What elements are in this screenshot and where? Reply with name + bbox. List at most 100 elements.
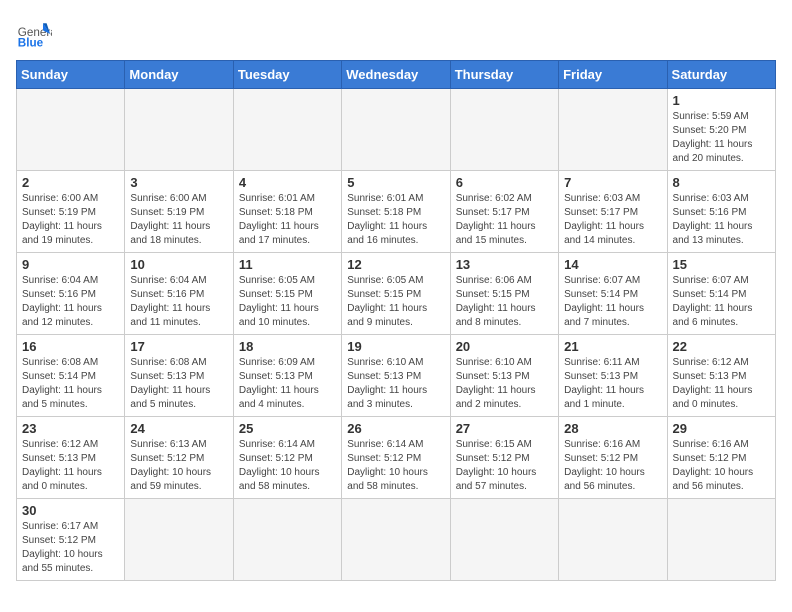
calendar-day-cell: 6 Sunrise: 6:02 AM Sunset: 5:17 PM Daylig… [450, 171, 558, 253]
weekday-header-tuesday: Tuesday [233, 61, 341, 89]
day-number: 3 [130, 175, 227, 190]
calendar-day-cell [233, 89, 341, 171]
calendar-day-cell [559, 499, 667, 581]
weekday-header-saturday: Saturday [667, 61, 775, 89]
calendar-day-cell: 10 Sunrise: 6:04 AM Sunset: 5:16 PM Dayli… [125, 253, 233, 335]
calendar-day-cell [233, 499, 341, 581]
day-sun-info: Sunrise: 6:02 AM Sunset: 5:17 PM Dayligh… [456, 192, 553, 248]
calendar-day-cell: 12 Sunrise: 6:05 AM Sunset: 5:15 PM Dayli… [342, 253, 450, 335]
day-sun-info: Sunrise: 6:16 AM Sunset: 5:12 PM Dayligh… [564, 438, 661, 494]
day-number: 9 [22, 257, 119, 272]
day-number: 8 [673, 175, 770, 190]
calendar-day-cell: 14Sunrise: 6:07 AM Sunset: 5:14 PM Dayli… [559, 253, 667, 335]
day-sun-info: Sunrise: 6:17 AM Sunset: 5:12 PM Dayligh… [22, 520, 119, 576]
calendar-day-cell: 5 Sunrise: 6:01 AM Sunset: 5:18 PM Daylig… [342, 171, 450, 253]
day-number: 17 [130, 339, 227, 354]
day-sun-info: Sunrise: 6:08 AM Sunset: 5:14 PM Dayligh… [22, 356, 119, 412]
weekday-header-row: SundayMondayTuesdayWednesdayThursdayFrid… [17, 61, 776, 89]
day-number: 19 [347, 339, 444, 354]
day-sun-info: Sunrise: 6:09 AM Sunset: 5:13 PM Dayligh… [239, 356, 336, 412]
calendar-day-cell: 20 Sunrise: 6:10 AM Sunset: 5:13 PM Dayli… [450, 335, 558, 417]
day-sun-info: Sunrise: 6:12 AM Sunset: 5:13 PM Dayligh… [22, 438, 119, 494]
day-sun-info: Sunrise: 6:04 AM Sunset: 5:16 PM Dayligh… [22, 274, 119, 330]
calendar-day-cell: 15 Sunrise: 6:07 AM Sunset: 5:14 PM Dayli… [667, 253, 775, 335]
calendar-day-cell: 2Sunrise: 6:00 AM Sunset: 5:19 PM Daylig… [17, 171, 125, 253]
day-number: 4 [239, 175, 336, 190]
calendar-table: SundayMondayTuesdayWednesdayThursdayFrid… [16, 60, 776, 581]
calendar-day-cell [17, 89, 125, 171]
calendar-day-cell: 9 Sunrise: 6:04 AM Sunset: 5:16 PM Daylig… [17, 253, 125, 335]
calendar-day-cell: 30 Sunrise: 6:17 AM Sunset: 5:12 PM Dayli… [17, 499, 125, 581]
day-number: 30 [22, 503, 119, 518]
calendar-day-cell [125, 89, 233, 171]
day-number: 16 [22, 339, 119, 354]
day-number: 14 [564, 257, 661, 272]
calendar-day-cell: 28Sunrise: 6:16 AM Sunset: 5:12 PM Dayli… [559, 417, 667, 499]
svg-text:Blue: Blue [18, 37, 44, 50]
day-number: 23 [22, 421, 119, 436]
day-sun-info: Sunrise: 6:15 AM Sunset: 5:12 PM Dayligh… [456, 438, 553, 494]
day-sun-info: Sunrise: 6:04 AM Sunset: 5:16 PM Dayligh… [130, 274, 227, 330]
day-number: 26 [347, 421, 444, 436]
calendar-day-cell: 27 Sunrise: 6:15 AM Sunset: 5:12 PM Dayli… [450, 417, 558, 499]
day-number: 5 [347, 175, 444, 190]
calendar-week-row: 30 Sunrise: 6:17 AM Sunset: 5:12 PM Dayli… [17, 499, 776, 581]
weekday-header-monday: Monday [125, 61, 233, 89]
day-sun-info: Sunrise: 6:03 AM Sunset: 5:17 PM Dayligh… [564, 192, 661, 248]
calendar-day-cell: 18 Sunrise: 6:09 AM Sunset: 5:13 PM Dayli… [233, 335, 341, 417]
calendar-day-cell: 29 Sunrise: 6:16 AM Sunset: 5:12 PM Dayli… [667, 417, 775, 499]
day-sun-info: Sunrise: 6:01 AM Sunset: 5:18 PM Dayligh… [347, 192, 444, 248]
day-sun-info: Sunrise: 6:16 AM Sunset: 5:12 PM Dayligh… [673, 438, 770, 494]
day-number: 24 [130, 421, 227, 436]
day-sun-info: Sunrise: 6:13 AM Sunset: 5:12 PM Dayligh… [130, 438, 227, 494]
day-number: 18 [239, 339, 336, 354]
day-number: 22 [673, 339, 770, 354]
day-number: 6 [456, 175, 553, 190]
calendar-day-cell: 7Sunrise: 6:03 AM Sunset: 5:17 PM Daylig… [559, 171, 667, 253]
day-number: 29 [673, 421, 770, 436]
day-sun-info: Sunrise: 6:14 AM Sunset: 5:12 PM Dayligh… [239, 438, 336, 494]
day-number: 11 [239, 257, 336, 272]
calendar-day-cell: 21Sunrise: 6:11 AM Sunset: 5:13 PM Dayli… [559, 335, 667, 417]
calendar-day-cell: 3 Sunrise: 6:00 AM Sunset: 5:19 PM Daylig… [125, 171, 233, 253]
day-sun-info: Sunrise: 6:10 AM Sunset: 5:13 PM Dayligh… [347, 356, 444, 412]
weekday-header-thursday: Thursday [450, 61, 558, 89]
day-sun-info: Sunrise: 6:10 AM Sunset: 5:13 PM Dayligh… [456, 356, 553, 412]
calendar-day-cell: 8 Sunrise: 6:03 AM Sunset: 5:16 PM Daylig… [667, 171, 775, 253]
day-number: 1 [673, 93, 770, 108]
calendar-day-cell: 25 Sunrise: 6:14 AM Sunset: 5:12 PM Dayli… [233, 417, 341, 499]
calendar-day-cell: 26Sunrise: 6:14 AM Sunset: 5:12 PM Dayli… [342, 417, 450, 499]
calendar-day-cell [342, 499, 450, 581]
generalblue-logo-icon: General Blue [16, 16, 52, 52]
calendar-week-row: 23 Sunrise: 6:12 AM Sunset: 5:13 PM Dayli… [17, 417, 776, 499]
calendar-week-row: 2 Sunrise: 6:00 AM Sunset: 5:19 PM Daylig… [17, 171, 776, 253]
day-sun-info: Sunrise: 6:05 AM Sunset: 5:15 PM Dayligh… [239, 274, 336, 330]
day-number: 15 [673, 257, 770, 272]
calendar-day-cell [667, 499, 775, 581]
day-sun-info: Sunrise: 6:00 AM Sunset: 5:19 PM Dayligh… [130, 192, 227, 248]
day-sun-info: Sunrise: 6:01 AM Sunset: 5:18 PM Dayligh… [239, 192, 336, 248]
day-number: 13 [456, 257, 553, 272]
calendar-day-cell: 1 Sunrise: 5:59 AM Sunset: 5:20 PM Daylig… [667, 89, 775, 171]
day-sun-info: Sunrise: 6:05 AM Sunset: 5:15 PM Dayligh… [347, 274, 444, 330]
day-number: 20 [456, 339, 553, 354]
day-sun-info: Sunrise: 6:08 AM Sunset: 5:13 PM Dayligh… [130, 356, 227, 412]
weekday-header-wednesday: Wednesday [342, 61, 450, 89]
calendar-day-cell: 19 Sunrise: 6:10 AM Sunset: 5:13 PM Dayli… [342, 335, 450, 417]
calendar-day-cell: 11 Sunrise: 6:05 AM Sunset: 5:15 PM Dayli… [233, 253, 341, 335]
day-sun-info: Sunrise: 5:59 AM Sunset: 5:20 PM Dayligh… [673, 110, 770, 166]
day-number: 12 [347, 257, 444, 272]
calendar-week-row: 1 Sunrise: 5:59 AM Sunset: 5:20 PM Daylig… [17, 89, 776, 171]
calendar-day-cell: 22Sunrise: 6:12 AM Sunset: 5:13 PM Dayli… [667, 335, 775, 417]
day-sun-info: Sunrise: 6:06 AM Sunset: 5:15 PM Dayligh… [456, 274, 553, 330]
calendar-day-cell [450, 89, 558, 171]
calendar-week-row: 9 Sunrise: 6:04 AM Sunset: 5:16 PM Daylig… [17, 253, 776, 335]
day-number: 10 [130, 257, 227, 272]
day-number: 25 [239, 421, 336, 436]
day-sun-info: Sunrise: 6:03 AM Sunset: 5:16 PM Dayligh… [673, 192, 770, 248]
day-number: 27 [456, 421, 553, 436]
day-number: 2 [22, 175, 119, 190]
day-sun-info: Sunrise: 6:07 AM Sunset: 5:14 PM Dayligh… [673, 274, 770, 330]
calendar-day-cell: 16 Sunrise: 6:08 AM Sunset: 5:14 PM Dayli… [17, 335, 125, 417]
calendar-day-cell: 13 Sunrise: 6:06 AM Sunset: 5:15 PM Dayli… [450, 253, 558, 335]
